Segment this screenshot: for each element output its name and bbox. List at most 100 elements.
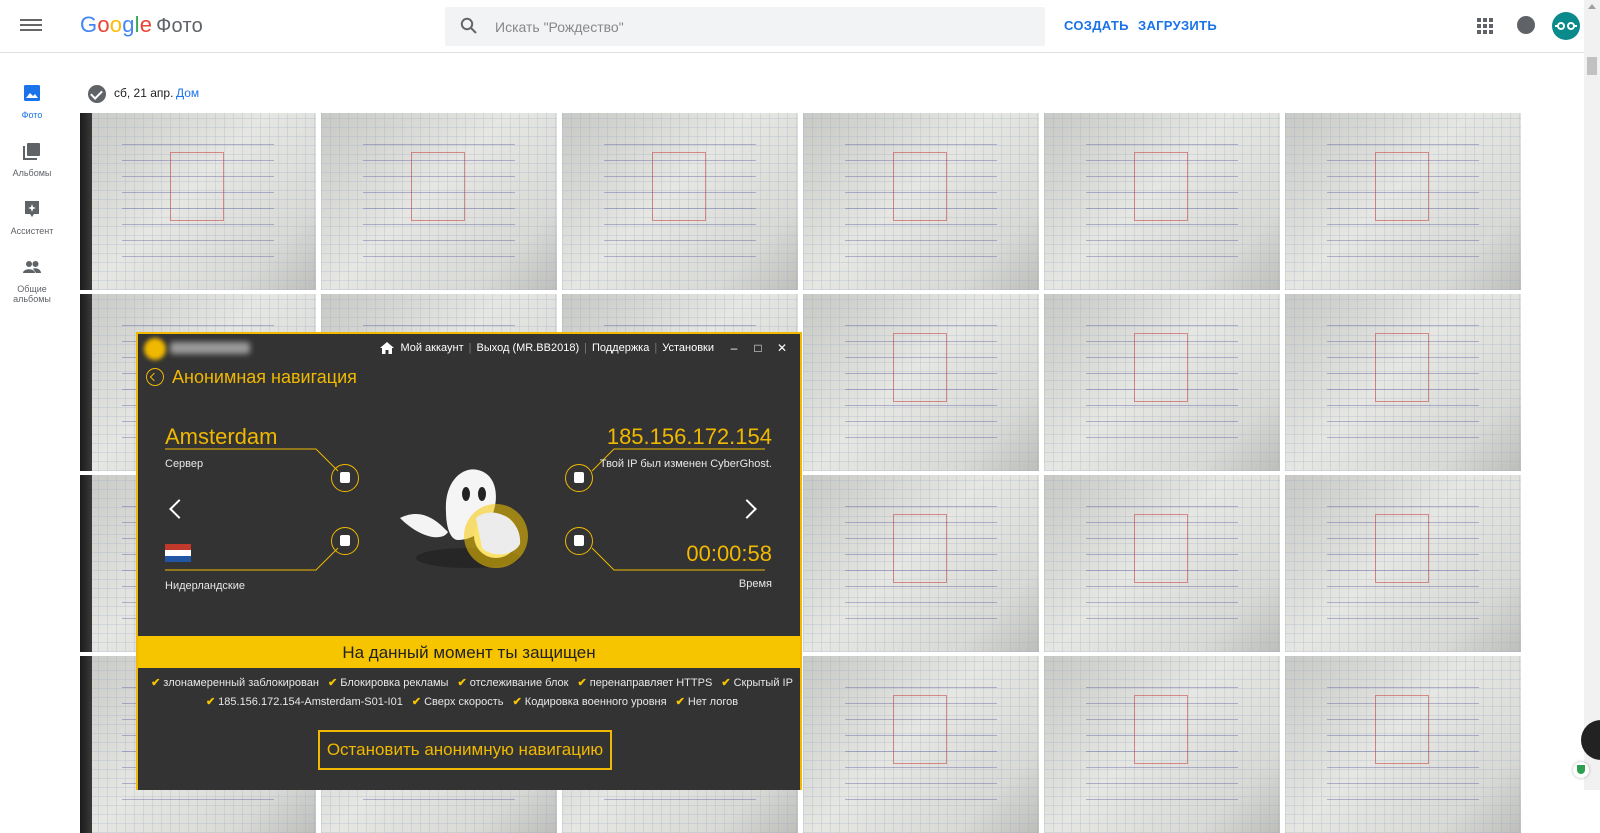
ghost-mascot-icon <box>400 469 528 568</box>
photo-thumbnail[interactable] <box>1044 475 1280 652</box>
date-location-link[interactable]: Дом <box>176 86 199 100</box>
feature-item: Скрытый IP <box>733 677 793 689</box>
photo-content <box>892 694 947 765</box>
photo-thumbnail[interactable] <box>321 113 557 290</box>
search-bar[interactable] <box>445 7 1045 46</box>
notifications-icon[interactable] <box>1517 16 1535 34</box>
nav-label-albums: Альбомы <box>12 168 52 178</box>
main-menu-icon[interactable] <box>20 16 42 34</box>
feature-item: Нет логов <box>687 696 739 708</box>
features-row-2: ✔ 185.156.172.154-Amsterdam-S01-I01 ✔ Свер… <box>138 693 800 712</box>
logo-letter: G <box>80 12 98 37</box>
photo-content <box>1374 694 1429 765</box>
scroll-thumb[interactable] <box>1587 57 1597 75</box>
upload-button[interactable]: ЗАГРУЗИТЬ <box>1138 18 1217 33</box>
photo-content <box>80 294 92 471</box>
photo-content <box>80 113 92 290</box>
photo-content <box>169 151 224 222</box>
feature-item: Блокировка рекламы <box>340 677 449 689</box>
nav-item-albums[interactable]: Альбомы <box>0 142 64 178</box>
logo-letter: g <box>122 12 135 37</box>
nav-item-assistant[interactable]: Ассистент <box>0 200 64 236</box>
albums-icon <box>23 143 40 160</box>
stop-anonymous-browsing-button[interactable]: Остановить анонимную навигацию <box>318 730 612 770</box>
check-icon: ✔ <box>457 677 467 689</box>
photo-thumbnail[interactable] <box>803 294 1039 471</box>
photo-thumbnail[interactable] <box>803 113 1039 290</box>
photo-content <box>1374 151 1429 222</box>
search-input[interactable] <box>493 15 1017 39</box>
check-icon: ✔ <box>411 696 422 708</box>
feature-item: перенаправляет HTTPS <box>589 677 713 689</box>
page-scrollbar[interactable] <box>1584 0 1600 790</box>
feature-item: злонамеренный заблокирован <box>163 677 319 689</box>
photo-thumbnail[interactable] <box>1285 294 1521 471</box>
logo-letter: e <box>139 12 153 37</box>
server-tag-icon[interactable] <box>331 464 359 492</box>
google-photos-logo[interactable]: Google Фото <box>80 12 203 38</box>
nav-label-assistant: Ассистент <box>10 226 54 236</box>
ip-changed-label: Твой IP был изменен CyberGhost. <box>599 458 772 470</box>
photo-content <box>892 332 947 403</box>
photo-content <box>892 151 947 222</box>
check-icon: ✔ <box>512 696 522 708</box>
feature-item: отслеживание блок <box>469 677 569 689</box>
check-icon: ✔ <box>675 696 685 708</box>
photo-content <box>80 475 92 652</box>
photo-icon <box>24 85 40 101</box>
nav-label-shared-albums: Общие альбомы <box>13 284 51 304</box>
feature-item: Сверх скорость <box>424 696 504 708</box>
check-icon: ✔ <box>721 677 731 689</box>
photo-content <box>1133 694 1188 765</box>
features-list: ✔ злонамеренный заблокирован ✔ Блокировка … <box>138 674 800 712</box>
photo-content <box>1133 151 1188 222</box>
netherlands-flag-icon <box>165 544 191 562</box>
photo-content <box>1133 513 1188 584</box>
cyberghost-window: Мой аккаунт | Выход (MR.BB2018) | Поддержк… <box>136 332 802 790</box>
check-icon: ✔ <box>151 677 161 689</box>
photo-thumbnail[interactable] <box>1285 656 1521 833</box>
photo-thumbnail[interactable] <box>803 656 1039 833</box>
photo-thumbnail[interactable] <box>1285 113 1521 290</box>
features-row-1: ✔ злонамеренный заблокирован ✔ Блокировка … <box>138 674 800 693</box>
photo-content <box>410 151 465 222</box>
logo-letter: o <box>109 12 123 37</box>
apps-grid-icon[interactable] <box>1477 18 1493 34</box>
product-name: Фото <box>156 15 203 37</box>
feature-item: 185.156.172.154-Amsterdam-S01-I01 <box>218 696 403 708</box>
photo-thumbnail[interactable] <box>1044 294 1280 471</box>
nav-item-photos[interactable]: Фото <box>0 84 64 120</box>
search-icon <box>460 17 477 34</box>
time-label: Время <box>738 578 772 590</box>
date-heading: сб, 21 апр. <box>114 86 174 100</box>
shield-icon[interactable] <box>1573 762 1589 778</box>
nav-item-shared-albums[interactable]: Общие альбомы <box>0 258 64 304</box>
create-button[interactable]: СОЗДАТЬ <box>1064 18 1129 33</box>
protection-status-bar: На данный момент ты защищен <box>138 636 800 668</box>
logo-letter: o <box>97 12 110 37</box>
ip-address: 185.156.172.154 <box>606 424 772 449</box>
photo-content <box>1374 332 1429 403</box>
avatar-logo-icon <box>1555 22 1577 30</box>
feature-item: Кодировка военного уровня <box>524 696 667 708</box>
photo-content <box>1374 513 1429 584</box>
select-date-checkbox[interactable] <box>88 85 106 103</box>
photo-thumbnail[interactable] <box>1285 475 1521 652</box>
photo-content <box>892 513 947 584</box>
country-flag-pin-icon[interactable] <box>331 527 359 555</box>
avatar[interactable] <box>1552 12 1580 40</box>
photo-thumbnail[interactable] <box>1044 656 1280 833</box>
photo-thumbnail[interactable] <box>803 475 1039 652</box>
hourglass-icon <box>565 527 593 555</box>
assistant-icon <box>25 201 39 217</box>
nav-label-photos: Фото <box>21 110 43 120</box>
top-app-bar: GoogleФото СОЗДАТЬ ЗАГРУЗИТЬ <box>0 0 1584 53</box>
scroll-up-arrow-icon[interactable] <box>1588 4 1596 9</box>
check-icon: ✔ <box>205 696 216 708</box>
shared-albums-icon <box>23 261 41 273</box>
photo-thumbnail[interactable] <box>80 113 316 290</box>
connection-time: 00:00:58 <box>686 541 772 566</box>
photo-thumbnail[interactable] <box>562 113 798 290</box>
photo-thumbnail[interactable] <box>1044 113 1280 290</box>
ip-device-icon <box>565 464 593 492</box>
